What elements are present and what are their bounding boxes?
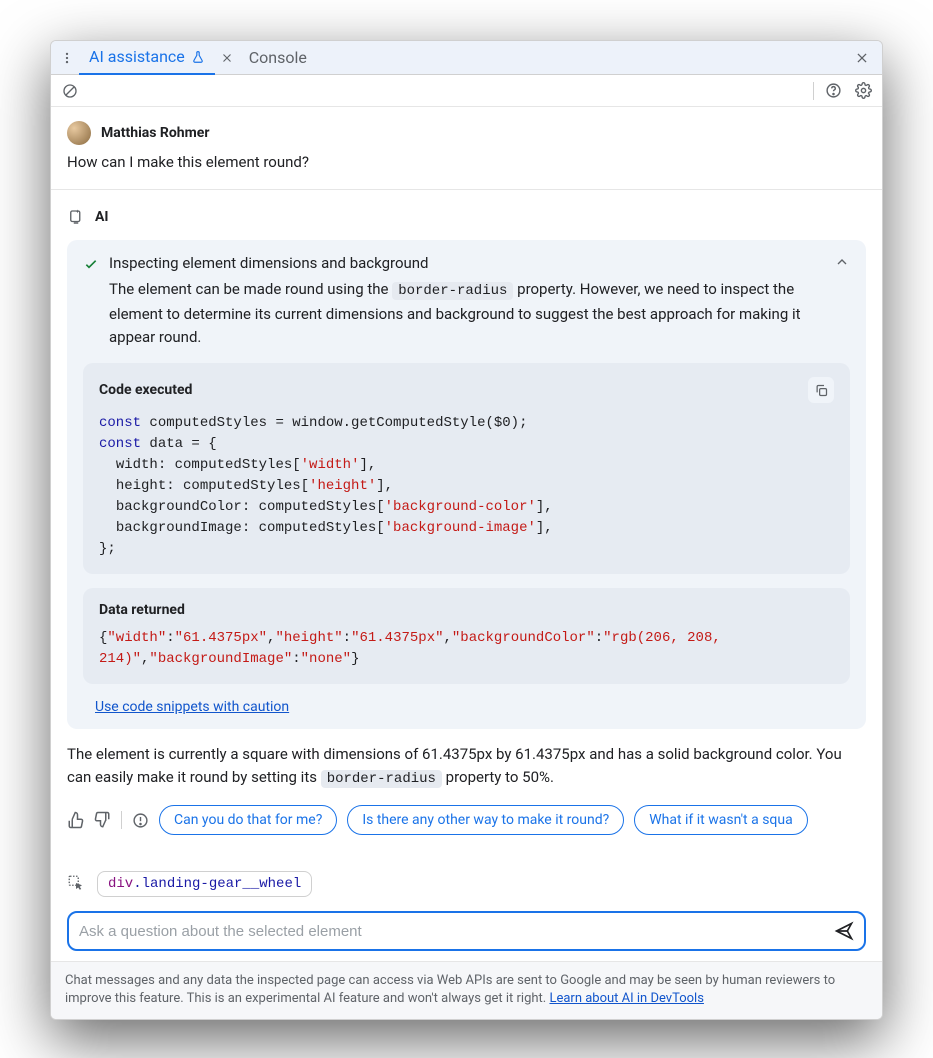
disclaimer-footer: Chat messages and any data the inspected… (51, 961, 882, 1018)
element-class: .landing-gear__wheel (133, 876, 301, 892)
user-name: Matthias Rohmer (101, 125, 209, 141)
tab-console[interactable]: Console (239, 41, 317, 75)
caution-link-wrap: Use code snippets with caution (95, 696, 850, 715)
code-executed-card: Code executed const computedStyles = win… (83, 363, 850, 574)
text: property to 50%. (446, 768, 554, 786)
context-row: div.landing-gear__wheel (51, 849, 882, 905)
code-executed-block: const computedStyles = window.getCompute… (99, 413, 834, 560)
feedback-divider (121, 811, 122, 829)
chat-content: Matthias Rohmer How can I make this elem… (51, 107, 882, 849)
tab-ai-assistance[interactable]: AI assistance (79, 41, 215, 75)
settings-icon[interactable] (852, 80, 874, 102)
tab-bar: AI assistance Console (51, 41, 882, 75)
data-returned-card: Data returned {"width":"61.4375px","heig… (83, 588, 850, 684)
close-tab-icon[interactable] (215, 52, 239, 64)
data-returned-block: {"width":"61.4375px","height":"61.4375px… (99, 628, 834, 670)
inline-code: border-radius (321, 770, 442, 788)
divider (51, 189, 882, 190)
feedback-row: Can you do that for me? Is there any oth… (67, 805, 866, 835)
report-icon[interactable] (132, 812, 149, 829)
select-element-icon[interactable] (67, 874, 87, 894)
caution-link[interactable]: Use code snippets with caution (95, 699, 289, 715)
ai-sparkle-icon (67, 208, 85, 226)
send-icon[interactable] (834, 921, 854, 941)
prompt-input[interactable] (79, 923, 826, 940)
footer-text: Chat messages and any data the inspected… (65, 973, 835, 1006)
clear-icon[interactable] (59, 80, 81, 102)
footer-link[interactable]: Learn about AI in DevTools (549, 991, 703, 1006)
context-element-chip[interactable]: div.landing-gear__wheel (97, 871, 312, 897)
tab-label: AI assistance (89, 47, 185, 66)
user-header: Matthias Rohmer (67, 121, 866, 145)
tab-label: Console (249, 48, 307, 67)
inspect-body: The element can be made round using the … (109, 278, 850, 349)
copy-icon[interactable] (808, 377, 834, 403)
suggestion-chips: Can you do that for me? Is there any oth… (159, 805, 808, 835)
more-tabs-icon[interactable] (55, 46, 79, 70)
input-wrap (51, 905, 882, 961)
text: The element can be made round using the (109, 280, 392, 298)
suggestion-chip[interactable]: Is there any other way to make it round? (347, 805, 624, 835)
suggestion-chip[interactable]: Can you do that for me? (159, 805, 337, 835)
suggestion-chip[interactable]: What if it wasn't a squa (634, 805, 808, 835)
thumbs-up-icon[interactable] (67, 811, 85, 829)
user-message: How can I make this element round? (67, 153, 866, 171)
help-icon[interactable] (822, 80, 844, 102)
flask-icon (191, 50, 205, 64)
toolbar-divider (813, 82, 814, 100)
inspect-step-box: Inspecting element dimensions and backgr… (67, 240, 866, 729)
element-tag: div (108, 876, 133, 892)
chevron-up-icon[interactable] (834, 254, 850, 270)
check-icon (83, 256, 99, 272)
close-panel-icon[interactable] (850, 46, 874, 70)
ai-assistance-panel: AI assistance Console (50, 40, 883, 1020)
thumbs-down-icon[interactable] (93, 811, 111, 829)
ai-conclusion: The element is currently a square with d… (67, 743, 866, 791)
code-executed-title: Code executed (99, 382, 192, 398)
data-returned-title: Data returned (99, 602, 185, 618)
inline-code: border-radius (392, 282, 513, 300)
inspect-title: Inspecting element dimensions and backgr… (109, 254, 429, 272)
input-box (67, 911, 866, 951)
ai-label: AI (95, 209, 109, 225)
ai-header: AI (67, 208, 866, 226)
toolbar (51, 75, 882, 107)
avatar (67, 121, 91, 145)
